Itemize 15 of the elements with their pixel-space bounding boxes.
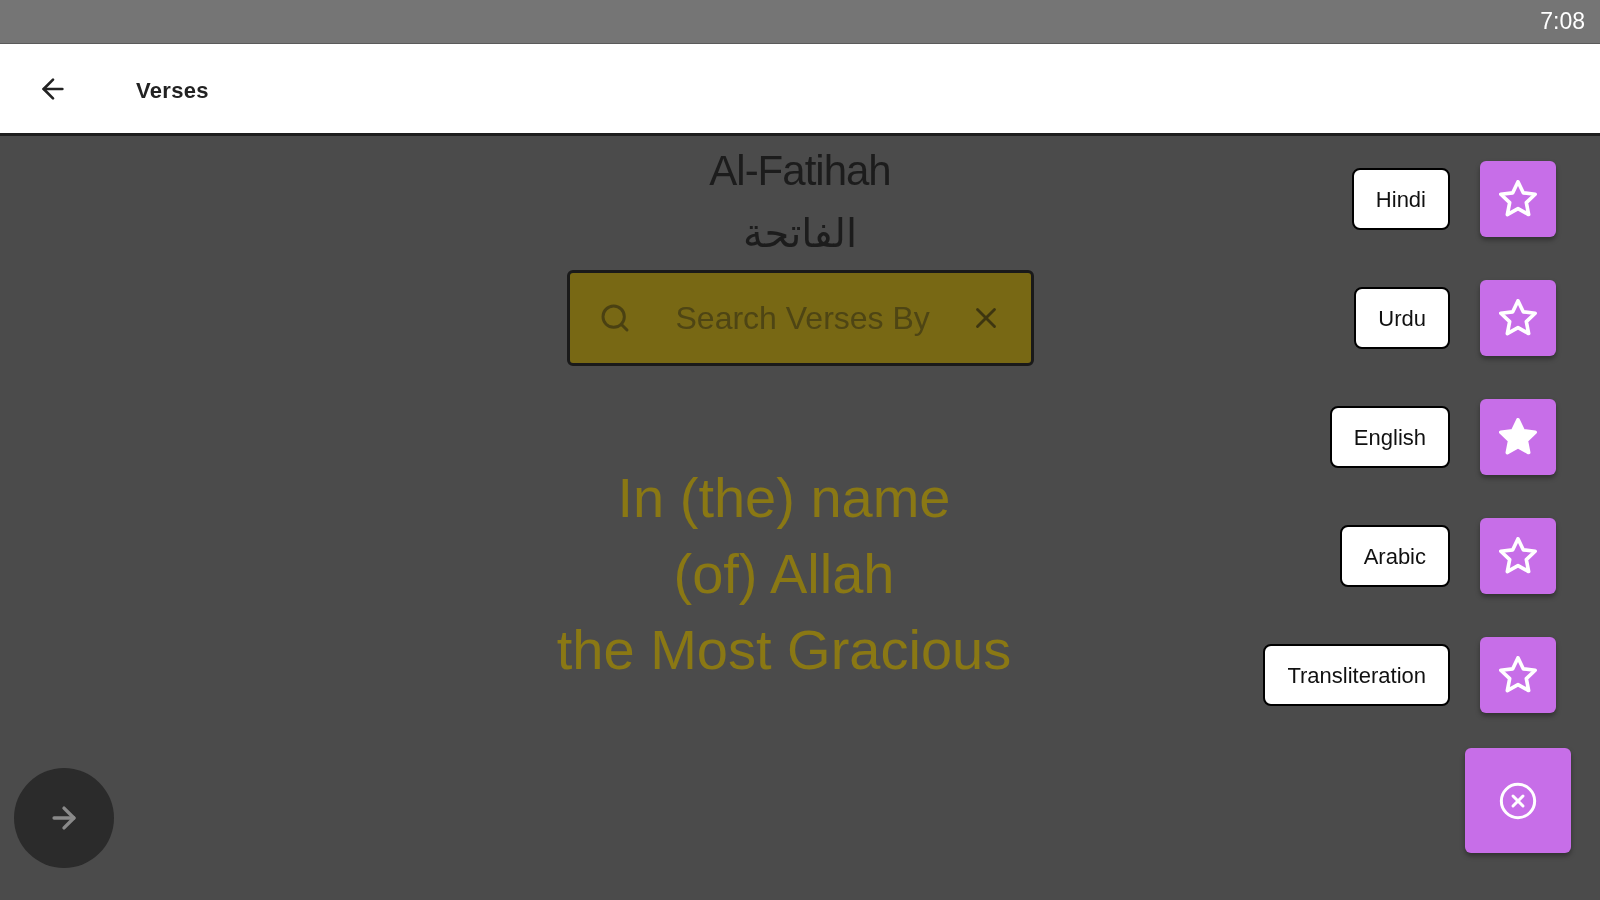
language-label[interactable]: Urdu [1354,287,1450,349]
language-label[interactable]: English [1329,406,1450,468]
language-label[interactable]: Arabic [1339,525,1450,587]
status-time: 7:08 [1540,7,1585,37]
star-button[interactable] [1480,637,1556,713]
star-button[interactable] [1480,161,1556,237]
close-menu-button[interactable] [1465,748,1571,853]
star-button[interactable] [1480,280,1556,356]
star-button[interactable] [1480,518,1556,594]
language-label[interactable]: Hindi [1351,168,1450,230]
language-label[interactable]: Transliteration [1263,644,1450,706]
circle-x-icon [1498,780,1538,821]
verse-text: In (the) name (of) Allah the Most Gracious [556,465,1012,683]
page-title: Verses [136,77,209,105]
star-button[interactable] [1480,399,1556,475]
